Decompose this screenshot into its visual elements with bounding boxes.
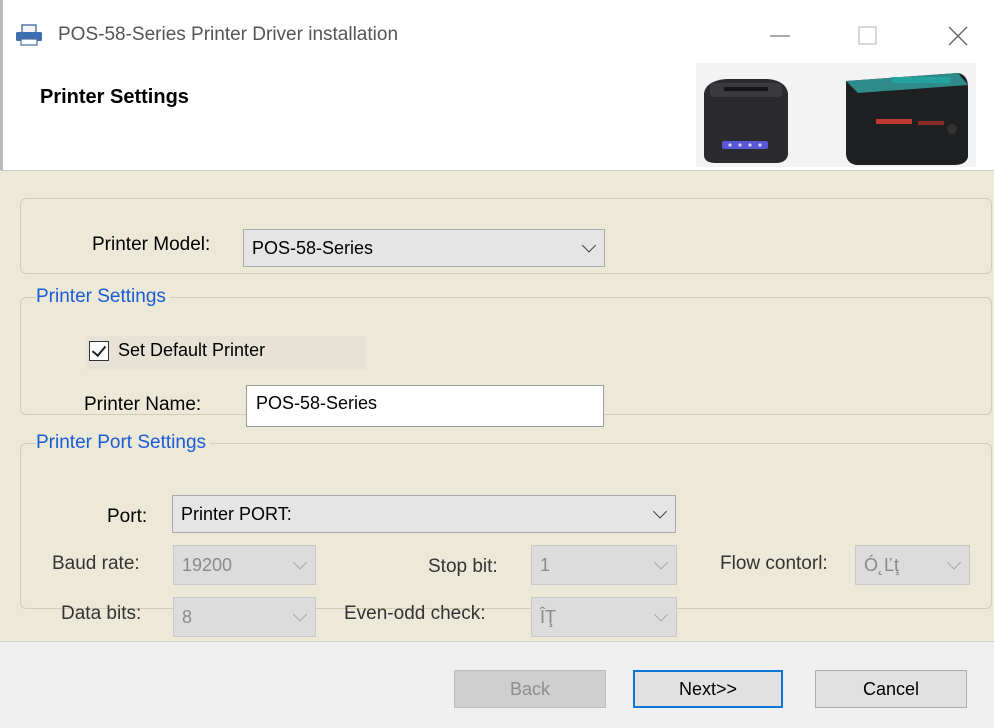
next-button[interactable]: Next>> — [633, 670, 783, 708]
chevron-down-icon — [581, 238, 597, 253]
printer-model-value: POS-58-Series — [252, 237, 374, 258]
printer-product-image — [696, 63, 976, 167]
data-bits-label: Data bits: — [61, 603, 142, 624]
chevron-down-icon — [292, 555, 308, 570]
printer-settings-legend: Printer Settings — [36, 286, 170, 308]
stop-bit-value: 1 — [540, 554, 551, 575]
even-odd-check-select[interactable]: ÎŢ — [531, 597, 677, 637]
data-bits-value: 8 — [182, 606, 193, 627]
printer-icon — [16, 24, 42, 46]
window-title: POS-58-Series Printer Driver installatio… — [58, 24, 399, 45]
printer-name-input[interactable]: POS-58-Series — [246, 385, 604, 427]
flow-control-select[interactable]: Ó˛Ľţ — [855, 545, 970, 585]
chevron-down-icon — [652, 504, 668, 519]
chevron-down-icon — [292, 607, 308, 622]
printer-name-label: Printer Name: — [84, 394, 202, 415]
minimize-icon — [770, 35, 790, 37]
chevron-down-icon — [653, 555, 669, 570]
printer-model-select[interactable]: POS-58-Series — [243, 229, 605, 267]
port-select[interactable]: Printer PORT: — [172, 495, 676, 533]
close-icon — [948, 26, 968, 46]
flow-control-label: Flow contorl: — [720, 553, 828, 574]
chevron-down-icon — [653, 607, 669, 622]
chevron-down-icon — [946, 555, 962, 570]
cancel-button[interactable]: Cancel — [815, 670, 967, 708]
flow-control-value: Ó˛Ľţ — [864, 554, 900, 575]
close-button[interactable] — [934, 14, 982, 58]
stop-bit-select[interactable]: 1 — [531, 545, 677, 585]
set-default-checkbox[interactable] — [89, 341, 109, 361]
port-value: Printer PORT: — [181, 503, 292, 524]
printer-model-label: Printer Model: — [92, 234, 211, 255]
baud-rate-label: Baud rate: — [52, 553, 140, 574]
port-label: Port: — [107, 506, 148, 527]
maximize-button[interactable] — [844, 14, 892, 58]
even-odd-check-label: Even-odd check: — [344, 603, 486, 624]
baud-rate-value: 19200 — [182, 554, 233, 575]
even-odd-check-value: ÎŢ — [540, 606, 556, 627]
minimize-button[interactable] — [756, 14, 804, 58]
set-default-label[interactable]: Set Default Printer — [118, 340, 265, 361]
back-button[interactable]: Back — [454, 670, 606, 708]
stop-bit-label: Stop bit: — [428, 556, 498, 577]
maximize-icon — [858, 26, 877, 45]
page-title: Printer Settings — [40, 86, 189, 108]
printer-port-legend: Printer Port Settings — [36, 432, 211, 454]
data-bits-select[interactable]: 8 — [173, 597, 316, 637]
baud-rate-select[interactable]: 19200 — [173, 545, 316, 585]
